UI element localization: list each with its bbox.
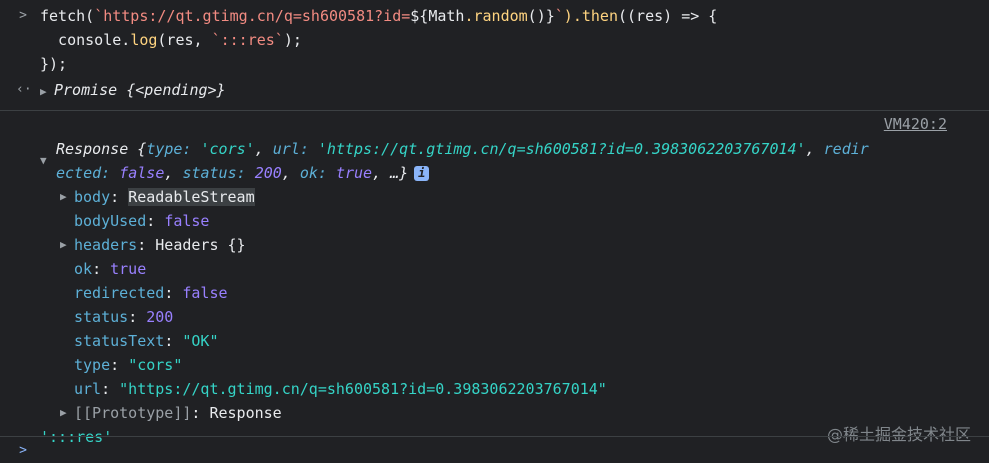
response-properties: ▶ body: ReadableStream bodyUsed: false ▶ h… <box>0 185 989 425</box>
input-line-1: fetch(`https://qt.gtimg.cn/q=sh600581?id… <box>40 7 718 25</box>
console-prompt[interactable]: > <box>0 436 989 463</box>
input-line-3: }); <box>40 55 68 73</box>
promise-state: {<pending>} <box>126 81 226 99</box>
expand-triangle-icon[interactable]: ▶ <box>60 401 74 425</box>
property-row-type: type: "cors" <box>74 356 183 374</box>
expand-triangle-icon[interactable]: ▶ <box>60 185 74 209</box>
promise-result-entry: ‹· ▶ Promise {<pending>} <box>0 78 989 104</box>
property-row-body[interactable]: ▶ body: ReadableStream <box>0 185 989 209</box>
info-icon[interactable]: i <box>414 166 430 181</box>
property-row-statusText: statusText: "OK" <box>74 332 219 350</box>
property-row-ok: ok: true <box>74 260 147 278</box>
property-row-prototype[interactable]: ▶ [[Prototype]]: Response <box>0 401 989 425</box>
console-input-entry: > fetch(`https://qt.gtimg.cn/q=sh600581?… <box>0 0 989 76</box>
property-value: ReadableStream <box>128 188 255 206</box>
input-line-2: console.log(res, `:::res`); <box>40 31 302 49</box>
property-row-redirected: redirected: false <box>74 284 228 302</box>
response-object-entry: ▼ Response {type: 'cors', url: 'https://q… <box>0 137 989 185</box>
property-row-bodyUsed: bodyUsed: false <box>74 212 210 230</box>
result-arrow-icon: ‹· <box>16 82 32 97</box>
response-summary-line-2[interactable]: ected: false, status: 200, ok: true, …} i <box>0 161 989 185</box>
property-row-headers[interactable]: ▶ headers: Headers {} <box>0 233 989 257</box>
property-row-url: url: "https://qt.gtimg.cn/q=sh600581?id=… <box>74 380 607 398</box>
entry-divider <box>0 110 989 111</box>
promise-label[interactable]: Promise <box>54 81 117 99</box>
prompt-chevron-icon: > <box>19 443 27 458</box>
property-row-status: status: 200 <box>74 308 174 326</box>
source-location-link[interactable]: VM420:2 <box>884 112 947 136</box>
prompt-chevron-icon: > <box>19 8 27 23</box>
collapse-triangle-icon[interactable]: ▼ <box>40 149 54 173</box>
response-summary-line-1[interactable]: ▼ Response {type: 'cors', url: 'https://q… <box>0 137 989 167</box>
expand-triangle-icon[interactable]: ▶ <box>40 80 54 104</box>
expand-triangle-icon[interactable]: ▶ <box>60 233 74 257</box>
